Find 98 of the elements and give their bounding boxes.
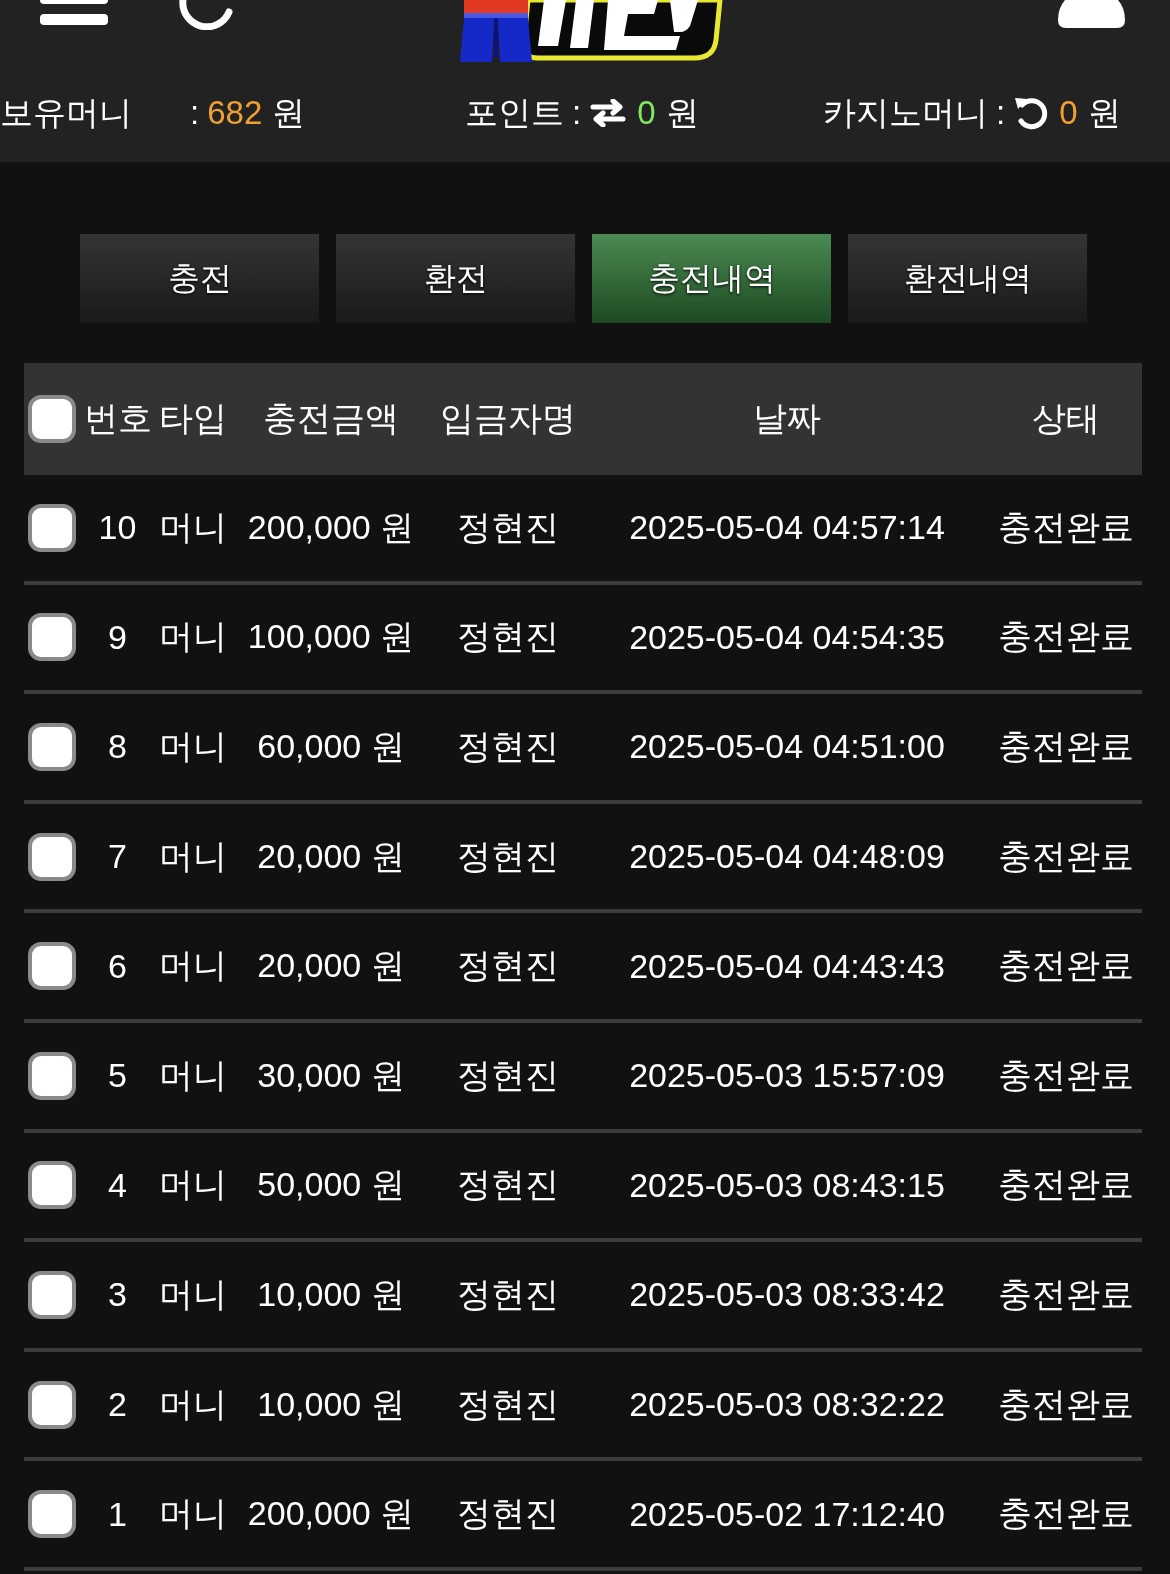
number-cell: 1 bbox=[108, 1494, 127, 1534]
balance-amount: 0 bbox=[1059, 94, 1078, 132]
status-cell-text: 충전완료 bbox=[998, 1493, 1134, 1535]
circular-arrow-icon[interactable] bbox=[1013, 96, 1050, 130]
depositor-cell-text: 정현진 bbox=[457, 616, 559, 658]
date-cell: 2025-05-02 17:12:40 bbox=[629, 1494, 945, 1534]
row-checkbox[interactable] bbox=[28, 1161, 76, 1210]
balance-amount: 0 bbox=[637, 94, 656, 132]
type-cell-text: 머니 bbox=[158, 726, 227, 767]
amount-cell-text: 10,000 원 bbox=[257, 1273, 405, 1315]
number-cell: 7 bbox=[108, 837, 127, 877]
row-checkbox[interactable] bbox=[28, 1490, 76, 1539]
swap-arrows-icon[interactable] bbox=[589, 99, 628, 127]
currency-unit: 원 bbox=[665, 92, 699, 133]
type-cell-text: 머니 bbox=[158, 1383, 227, 1425]
user-icon[interactable] bbox=[1058, 0, 1125, 28]
row-checkbox[interactable] bbox=[28, 723, 76, 771]
date-cell: 2025-05-04 04:57:14 bbox=[629, 508, 945, 548]
depositor-cell-text: 정현진 bbox=[457, 1164, 559, 1206]
amount-cell-text: 100,000 원 bbox=[247, 616, 415, 658]
status-cell-text: 충전완료 bbox=[998, 1054, 1134, 1096]
tab[interactable]: 환전 bbox=[336, 234, 575, 323]
row-checkbox[interactable] bbox=[28, 832, 76, 881]
row-checkbox[interactable] bbox=[28, 613, 76, 662]
number-cell: 5 bbox=[108, 1056, 127, 1096]
type-cell-text: 머니 bbox=[158, 1493, 227, 1535]
status-cell-text: 충전완료 bbox=[998, 726, 1134, 767]
row-checkbox[interactable] bbox=[28, 1051, 76, 1100]
column-header: 입금자명 bbox=[440, 398, 576, 439]
amount-cell-text: 60,000 원 bbox=[257, 726, 405, 767]
amount-cell-text: 30,000 원 bbox=[257, 1054, 405, 1096]
type-cell-text: 머니 bbox=[158, 616, 227, 658]
colon-separator: : bbox=[572, 94, 582, 132]
depositor-cell-text: 정현진 bbox=[457, 726, 559, 767]
balance-label: 포인트 bbox=[465, 92, 564, 133]
depositor-cell-text: 정현진 bbox=[457, 1493, 559, 1535]
depositor-cell-text: 정현진 bbox=[457, 1383, 559, 1425]
status-cell-text: 충전완료 bbox=[998, 1383, 1134, 1425]
amount-cell-text: 20,000 원 bbox=[257, 835, 405, 877]
depositor-cell-text: 정현진 bbox=[457, 1054, 559, 1096]
date-cell: 2025-05-04 04:51:00 bbox=[629, 727, 945, 767]
type-cell-text: 머니 bbox=[158, 835, 227, 877]
number-cell: 8 bbox=[108, 727, 127, 767]
status-cell-text: 충전완료 bbox=[998, 835, 1134, 877]
number-cell: 4 bbox=[108, 1165, 127, 1205]
column-header: 날짜 bbox=[753, 398, 821, 439]
amount-cell-text: 200,000 원 bbox=[247, 1493, 415, 1535]
currency-unit: 원 bbox=[272, 92, 306, 133]
row-checkbox[interactable] bbox=[28, 503, 76, 552]
refresh-icon[interactable] bbox=[178, 0, 234, 30]
select-all-checkbox[interactable] bbox=[28, 395, 76, 443]
tab[interactable]: 충전 bbox=[80, 234, 319, 323]
column-header: 번호 bbox=[84, 398, 152, 439]
type-cell-text: 머니 bbox=[158, 506, 227, 548]
type-cell-text: 머니 bbox=[158, 1054, 227, 1096]
column-header: 충전금액 bbox=[263, 398, 399, 439]
row-checkbox[interactable] bbox=[28, 1270, 76, 1319]
balance-label: 카지노머니 bbox=[823, 92, 988, 133]
column-header: 타입 bbox=[158, 398, 227, 439]
tab[interactable]: 충전내역 bbox=[592, 234, 831, 323]
type-cell-text: 머니 bbox=[158, 1164, 227, 1206]
number-cell: 9 bbox=[108, 617, 127, 657]
amount-cell-text: 200,000 원 bbox=[247, 506, 415, 548]
type-cell-text: 머니 bbox=[158, 945, 227, 987]
depositor-cell-text: 정현진 bbox=[457, 506, 559, 548]
depositor-cell-text: 정현진 bbox=[457, 1273, 559, 1315]
number-cell: 2 bbox=[108, 1385, 127, 1425]
colon-separator: : bbox=[190, 94, 200, 132]
status-cell-text: 충전완료 bbox=[998, 1164, 1134, 1206]
date-cell: 2025-05-03 15:57:09 bbox=[629, 1056, 945, 1096]
colon-separator: : bbox=[996, 94, 1006, 132]
depositor-cell-text: 정현진 bbox=[457, 835, 559, 877]
date-cell: 2025-05-04 04:48:09 bbox=[629, 837, 945, 877]
balance-amount: 682 bbox=[207, 94, 263, 132]
column-header: 상태 bbox=[1032, 398, 1100, 439]
row-checkbox[interactable] bbox=[28, 942, 76, 991]
status-cell-text: 충전완료 bbox=[998, 945, 1134, 987]
currency-unit: 원 bbox=[1087, 92, 1121, 133]
number-cell: 3 bbox=[108, 1275, 127, 1315]
date-cell: 2025-05-03 08:32:22 bbox=[629, 1385, 945, 1425]
tab[interactable]: 환전내역 bbox=[848, 234, 1087, 323]
date-cell: 2025-05-03 08:43:15 bbox=[629, 1165, 945, 1205]
amount-cell-text: 10,000 원 bbox=[257, 1383, 405, 1425]
menu-icon[interactable] bbox=[40, 0, 108, 26]
row-checkbox[interactable] bbox=[28, 1380, 76, 1429]
balance-label: 보유머니 bbox=[0, 92, 133, 133]
status-cell-text: 충전완료 bbox=[998, 506, 1134, 548]
depositor-cell-text: 정현진 bbox=[457, 945, 559, 987]
date-cell: 2025-05-04 04:43:43 bbox=[629, 946, 945, 986]
status-cell-text: 충전완료 bbox=[998, 616, 1134, 658]
amount-cell-text: 20,000 원 bbox=[257, 945, 405, 987]
amount-cell-text: 50,000 원 bbox=[257, 1164, 405, 1206]
date-cell: 2025-05-03 08:33:42 bbox=[629, 1275, 945, 1315]
date-cell: 2025-05-04 04:54:35 bbox=[629, 617, 945, 657]
number-cell: 10 bbox=[98, 508, 137, 548]
number-cell: 6 bbox=[108, 946, 127, 986]
status-cell-text: 충전완료 bbox=[998, 1273, 1134, 1315]
type-cell-text: 머니 bbox=[158, 1273, 227, 1315]
